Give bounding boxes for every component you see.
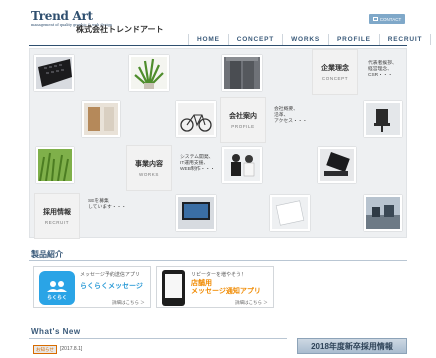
phone-photo <box>318 147 356 183</box>
keyboard-image <box>36 57 72 89</box>
grass-image <box>38 149 72 182</box>
recruit-tile[interactable]: 採用情報 RECRUIT <box>34 193 80 239</box>
office-chair-photo <box>364 101 402 137</box>
nav-concept[interactable]: CONCEPT <box>227 34 282 45</box>
profile-subtitle: PROFILE <box>231 124 255 129</box>
product-card-store-app[interactable]: リピーターを増やそう！ 店舗用 メッセージ通知アプリ 詳細はこちら ＞ <box>156 266 274 308</box>
news-divider <box>29 338 287 339</box>
company-name: 株式会社トレンドアート <box>76 25 164 34</box>
hallway-image <box>84 103 118 135</box>
meeting-photo <box>222 147 262 183</box>
smartphone-screen <box>165 274 182 298</box>
page: Trend Art management of quality graphic … <box>0 0 436 358</box>
smartphone-icon <box>162 270 185 306</box>
works-description: システム開発、 IT運用支援、 WEB制作・・・ <box>180 155 215 172</box>
bicycle-image <box>178 103 214 135</box>
contact-label: CONTACT <box>379 16 402 22</box>
nav-divider <box>29 45 407 46</box>
phone-image <box>320 149 354 181</box>
hero-mosaic: 企業理念 CONCEPT 代表者挨拶、 経営理念、 CSR・・・ 会社案内 PR… <box>29 48 407 239</box>
nav-recruit[interactable]: RECRUIT <box>378 34 432 45</box>
documents-photo <box>270 195 310 231</box>
concept-description: 代表者挨拶、 経営理念、 CSR・・・ <box>368 61 397 78</box>
rakuraku-app-icon: らくらく <box>39 271 75 305</box>
hallway-photo <box>82 101 120 137</box>
rakuraku-name: らくらくメッセージ <box>80 283 143 290</box>
profile-title: 会社案内 <box>229 113 257 120</box>
store-app-name-line1: 店舗用 <box>191 280 212 287</box>
works-tile[interactable]: 事業内容 WORKS <box>126 145 172 191</box>
concept-title: 企業理念 <box>321 65 349 72</box>
works-title: 事業内容 <box>135 161 163 168</box>
rakuraku-more-link[interactable]: 詳細はこちら ＞ <box>112 300 145 306</box>
grass-photo <box>36 147 74 183</box>
logo[interactable]: Trend Art management of quality graphic … <box>31 9 113 36</box>
products-divider <box>29 260 407 261</box>
nav-profile[interactable]: PROFILE <box>328 34 379 45</box>
news-heading: What's New <box>31 327 81 336</box>
elevator-photo <box>222 55 262 91</box>
product-card-rakuraku[interactable]: らくらく メッセージ予約送信アプリ らくらくメッセージ 詳細はこちら ＞ <box>33 266 151 308</box>
store-app-name-line2: メッセージ通知アプリ <box>191 288 261 295</box>
office-room-image <box>366 197 400 229</box>
office-chair-image <box>366 103 400 135</box>
logo-title: Trend Art <box>31 9 93 23</box>
logo-tagline: management of quality graphic & web desi… <box>31 23 113 27</box>
keyboard-photo <box>34 55 74 91</box>
meeting-image <box>224 149 260 181</box>
recruit-2018-banner[interactable]: 2018年度新卒採用情報 <box>297 338 407 354</box>
concept-tile[interactable]: 企業理念 CONCEPT <box>312 49 358 95</box>
profile-tile[interactable]: 会社案内 PROFILE <box>220 97 266 143</box>
people-icon <box>47 281 67 292</box>
office-room-photo <box>364 195 402 231</box>
news-category-badge: お知らせ <box>33 345 57 354</box>
recruit-description: SEを募集 しています・・・ <box>88 199 127 210</box>
recruit-title: 採用情報 <box>43 209 71 216</box>
store-app-tagline: リピーターを増やそう！ <box>191 272 247 278</box>
plant-image <box>131 57 167 89</box>
rakuraku-tagline: メッセージ予約送信アプリ <box>80 272 140 278</box>
monitor-image <box>178 197 214 229</box>
works-subtitle: WORKS <box>138 172 159 177</box>
rakuraku-icon-label: らくらく <box>46 295 67 301</box>
plant-photo <box>129 55 169 91</box>
recruit-subtitle: RECRUIT <box>44 220 70 225</box>
nav-works[interactable]: WORKS <box>282 34 328 45</box>
contact-button[interactable]: CONTACT <box>369 14 405 24</box>
bicycle-photo <box>176 101 216 137</box>
global-nav: HOME CONCEPT WORKS PROFILE RECRUIT <box>188 34 432 45</box>
news-date: [2017.8.1] <box>60 346 83 352</box>
profile-description: 会社概要、 沿革、 アクセス・・・ <box>274 107 308 124</box>
store-app-more-link[interactable]: 詳細はこちら ＞ <box>235 300 268 306</box>
concept-subtitle: CONCEPT <box>321 76 349 81</box>
mail-icon <box>372 17 378 21</box>
products-heading: 製品紹介 <box>31 250 63 259</box>
monitor-photo <box>176 195 216 231</box>
elevator-image <box>224 57 260 89</box>
documents-image <box>272 197 308 229</box>
nav-home[interactable]: HOME <box>188 34 228 45</box>
